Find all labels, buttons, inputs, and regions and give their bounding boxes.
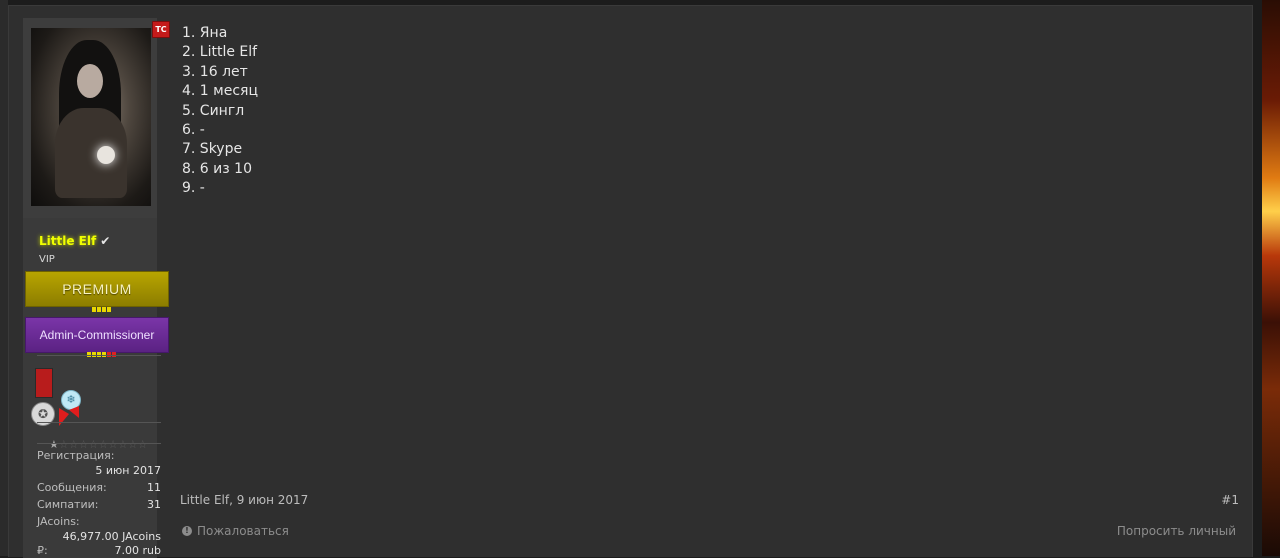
stat-value-jacoins: 46,977.00 JAcoins: [62, 530, 161, 543]
topic-starter-badge: ТС: [152, 21, 170, 38]
user-title: VIP: [39, 254, 55, 265]
background-art: [1262, 0, 1280, 556]
username-row: Little Elf ✔: [39, 234, 110, 248]
post-body: 1. Яна 2. Little Elf 3. 16 лет 4. 1 меся…: [182, 24, 258, 199]
premium-banner-label: PREMIUM: [62, 281, 132, 297]
stat-label-likes: Симпатии:: [37, 498, 99, 511]
medal-ribbon: [35, 368, 53, 398]
divider: [37, 355, 161, 356]
stat-value-rub: 7.00 rub: [114, 544, 161, 557]
stat-value-registration: 5 июн 2017: [95, 464, 161, 477]
post-line: 2. Little Elf: [182, 44, 258, 61]
post-line: 9. -: [182, 180, 205, 197]
info-icon: !: [182, 526, 192, 536]
post-line: 3. 16 лет: [182, 63, 248, 80]
report-label: Пожаловаться: [197, 524, 289, 538]
stat-label-jacoins: JAcoins:: [37, 515, 80, 528]
admin-banner-label: Admin-Commissioner: [39, 328, 155, 342]
request-pm-link[interactable]: Попросить личный: [1117, 524, 1236, 538]
premium-banner: PREMIUM: [25, 271, 169, 307]
post-line: 4. 1 месяц: [182, 83, 258, 100]
stat-label-rub: ₽:: [37, 544, 48, 557]
forum-post: ТС Little Elf ✔ VIP PREMIUM Admin-Commis…: [8, 5, 1253, 558]
divider: [37, 422, 161, 423]
post-line: 8. 6 из 10: [182, 160, 252, 177]
post-line: 5. Сингл: [182, 102, 245, 119]
post-line: 7. Skype: [182, 141, 243, 158]
stat-value-likes: 31: [147, 498, 161, 511]
post-line: 6. -: [182, 122, 205, 139]
stat-value-messages[interactable]: 11: [147, 481, 161, 494]
awards: ✪ ❄: [31, 368, 91, 428]
stat-label-registration: Регистрация:: [37, 449, 115, 462]
post-line: 1. Яна: [182, 25, 228, 41]
username[interactable]: Little Elf: [39, 234, 96, 248]
admin-banner: Admin-Commissioner: [25, 317, 169, 353]
verified-check-icon: ✔: [100, 234, 111, 248]
post-author-date[interactable]: Little Elf, 9 июн 2017: [180, 493, 308, 507]
left-edge: [0, 0, 8, 556]
premium-level-dots: [92, 307, 111, 312]
user-info-panel: ТС Little Elf ✔ VIP PREMIUM Admin-Commis…: [23, 18, 170, 558]
avatar[interactable]: [31, 28, 151, 206]
stat-label-messages: Сообщения:: [37, 481, 107, 494]
divider: [37, 443, 161, 444]
avatar-frame: [23, 18, 157, 218]
report-link[interactable]: ! Пожаловаться: [182, 524, 289, 538]
post-permalink[interactable]: #1: [1221, 493, 1239, 507]
